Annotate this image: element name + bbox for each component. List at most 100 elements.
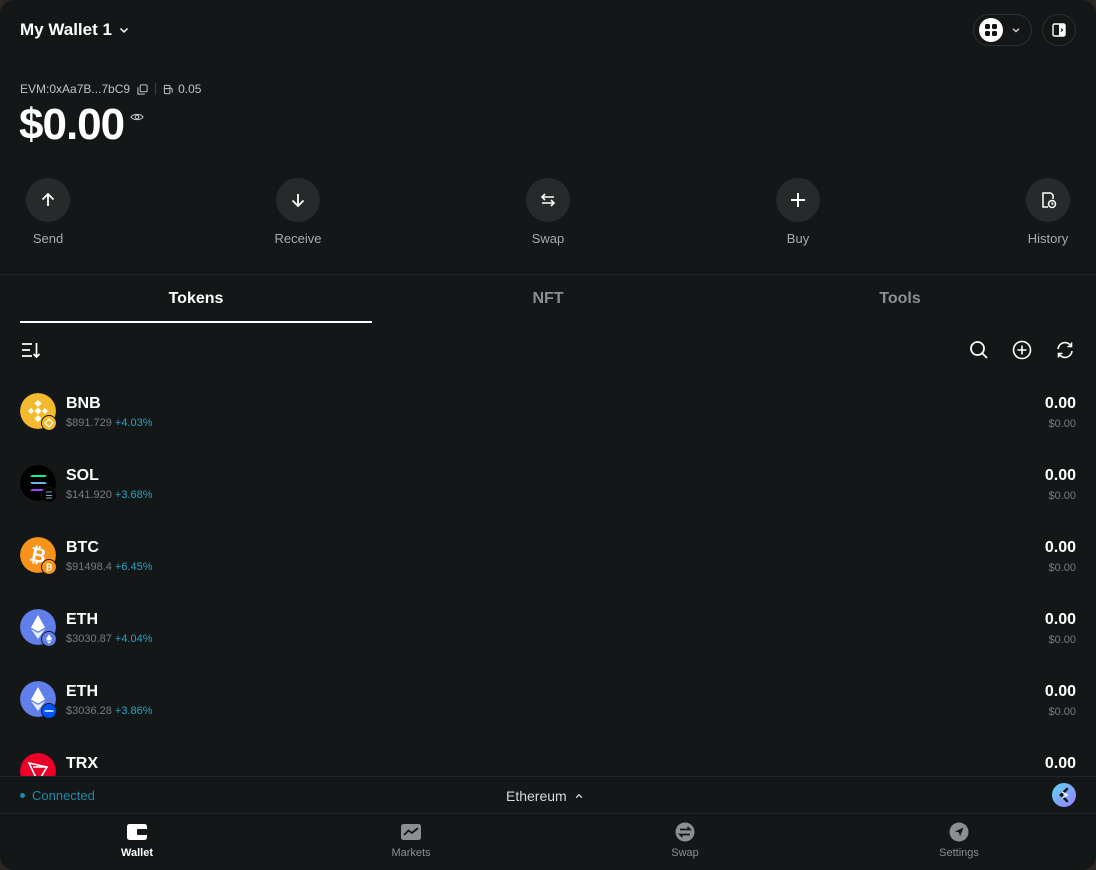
add-token-icon[interactable] [1011,339,1033,361]
nav-label: Markets [391,847,431,859]
token-toolbar [968,339,1076,361]
token-row-eth-base[interactable]: ETH $3036.28 +3.86% 0.00 $0.00 [0,663,1096,735]
swap-circle-icon [675,822,695,842]
address-row: EVM:0xAa7B...7bC9 0.05 [20,82,201,96]
tab-tokens[interactable]: Tokens [20,275,372,323]
token-price: $891.729 [66,417,112,429]
nav-swap[interactable]: Swap [625,822,745,859]
token-symbol: SOL [66,467,99,484]
refresh-icon[interactable] [1054,339,1076,361]
token-symbol: BNB [66,395,101,412]
brand-logo-icon[interactable] [1052,783,1076,807]
gas-value: 0.05 [178,82,202,96]
send-button[interactable]: Send [8,178,88,246]
tron-icon [20,753,56,776]
swap-button[interactable]: Swap [508,178,588,246]
action-label: Buy [786,231,810,246]
status-dot [20,793,25,798]
markets-icon [401,824,421,840]
token-row-sol[interactable]: SOL $141.920 +3.68% 0.00 $0.00 [0,447,1096,519]
grid-icon [979,18,1003,42]
network-selector[interactable]: Ethereum [506,788,584,804]
copy-icon[interactable] [137,83,148,95]
token-amount: 0.00 [1044,755,1076,772]
token-price-line: $3030.87 +4.04% [66,633,153,645]
nav-label: Wallet [121,847,153,859]
history-icon [1026,178,1070,222]
buy-button[interactable]: Buy [758,178,838,246]
token-symbol: TRX [66,755,98,772]
eye-icon[interactable] [130,112,144,122]
nav-label: Settings [939,847,979,859]
action-label: Swap [531,231,565,246]
token-row-trx[interactable]: TRX 0.00 [0,735,1096,776]
token-price: $3030.87 [66,633,112,645]
sort-button[interactable] [20,339,42,364]
history-button[interactable]: History [1008,178,1088,246]
nav-markets[interactable]: Markets [351,822,471,859]
token-row-eth[interactable]: ETH $3030.87 +4.04% 0.00 $0.00 [0,591,1096,663]
base-chain-badge-icon [41,703,57,719]
chevron-up-icon [575,793,583,799]
token-change: +3.86% [114,705,153,717]
token-price-line: $91498.4 +6.45% [66,561,153,573]
token-price-line: $3036.28 +3.86% [66,705,153,717]
action-label: History [1027,231,1069,246]
sidebar-toggle-button[interactable] [1042,14,1076,46]
wallet-icon [127,824,147,840]
token-change: +3.68% [114,489,153,501]
chevron-down-icon [1012,28,1020,33]
token-symbol: BTC [66,539,99,556]
gas-pump-icon [163,84,173,94]
wallet-address: EVM:0xAa7B...7bC9 [20,82,131,96]
sort-icon [20,339,42,361]
gas-indicator[interactable]: 0.05 [163,82,201,96]
status-bar: Connected Ethereum [0,776,1096,814]
nav-settings[interactable]: Settings [899,822,1019,859]
token-price: $91498.4 [66,561,112,573]
app-switcher-button[interactable] [973,14,1032,46]
token-symbol: ETH [66,611,98,628]
network-label: Ethereum [506,788,567,804]
solana-chain-badge-icon [41,487,57,503]
wallet-name: My Wallet 1 [20,20,112,39]
token-amount: 0.00 [1044,539,1076,556]
settings-icon [949,822,969,842]
panel-icon [1052,23,1066,37]
token-price-line: $141.920 +3.68% [66,489,153,501]
plus-icon [776,178,820,222]
svg-text:₿: ₿ [45,563,52,574]
token-change: +4.03% [114,417,153,429]
search-icon[interactable] [968,339,990,361]
action-label: Receive [274,231,322,246]
swap-icon [526,178,570,222]
token-row-bnb[interactable]: BNB $891.729 +4.03% 0.00 $0.00 [0,375,1096,447]
nav-wallet[interactable]: Wallet [77,822,197,859]
token-value: $0.00 [1048,418,1076,430]
wallet-selector[interactable]: My Wallet 1 [20,20,130,40]
tab-nft[interactable]: NFT [372,275,724,323]
connection-status: Connected [20,788,95,803]
chevron-down-icon [119,27,128,34]
token-list: BNB $891.729 +4.03% 0.00 $0.00 SOL $141.9… [0,375,1096,776]
total-balance: $0.00 [19,100,144,150]
arrow-up-icon [26,178,70,222]
receive-button[interactable]: Receive [258,178,338,246]
arrow-down-icon [276,178,320,222]
wallet-app: My Wallet 1 EVM:0xAa7B...7bC9 0.05 $0.00 [0,0,1096,870]
token-row-btc[interactable]: ₿ ₿ BTC $91498.4 +6.45% 0.00 $0.00 [0,519,1096,591]
token-amount: 0.00 [1044,467,1076,484]
token-value: $0.00 [1048,634,1076,646]
bnb-chain-badge-icon [41,415,57,431]
ethereum-chain-badge-icon [41,631,57,647]
header-actions [973,14,1076,46]
token-amount: 0.00 [1044,395,1076,412]
token-price: $3036.28 [66,705,112,717]
nav-label: Swap [671,847,699,859]
token-price: $141.920 [66,489,112,501]
tab-tools[interactable]: Tools [724,275,1076,323]
bottom-nav: Wallet Markets Swap Settings [0,814,1096,870]
token-value: $0.00 [1048,562,1076,574]
token-change: +6.45% [114,561,153,573]
token-amount: 0.00 [1044,611,1076,628]
